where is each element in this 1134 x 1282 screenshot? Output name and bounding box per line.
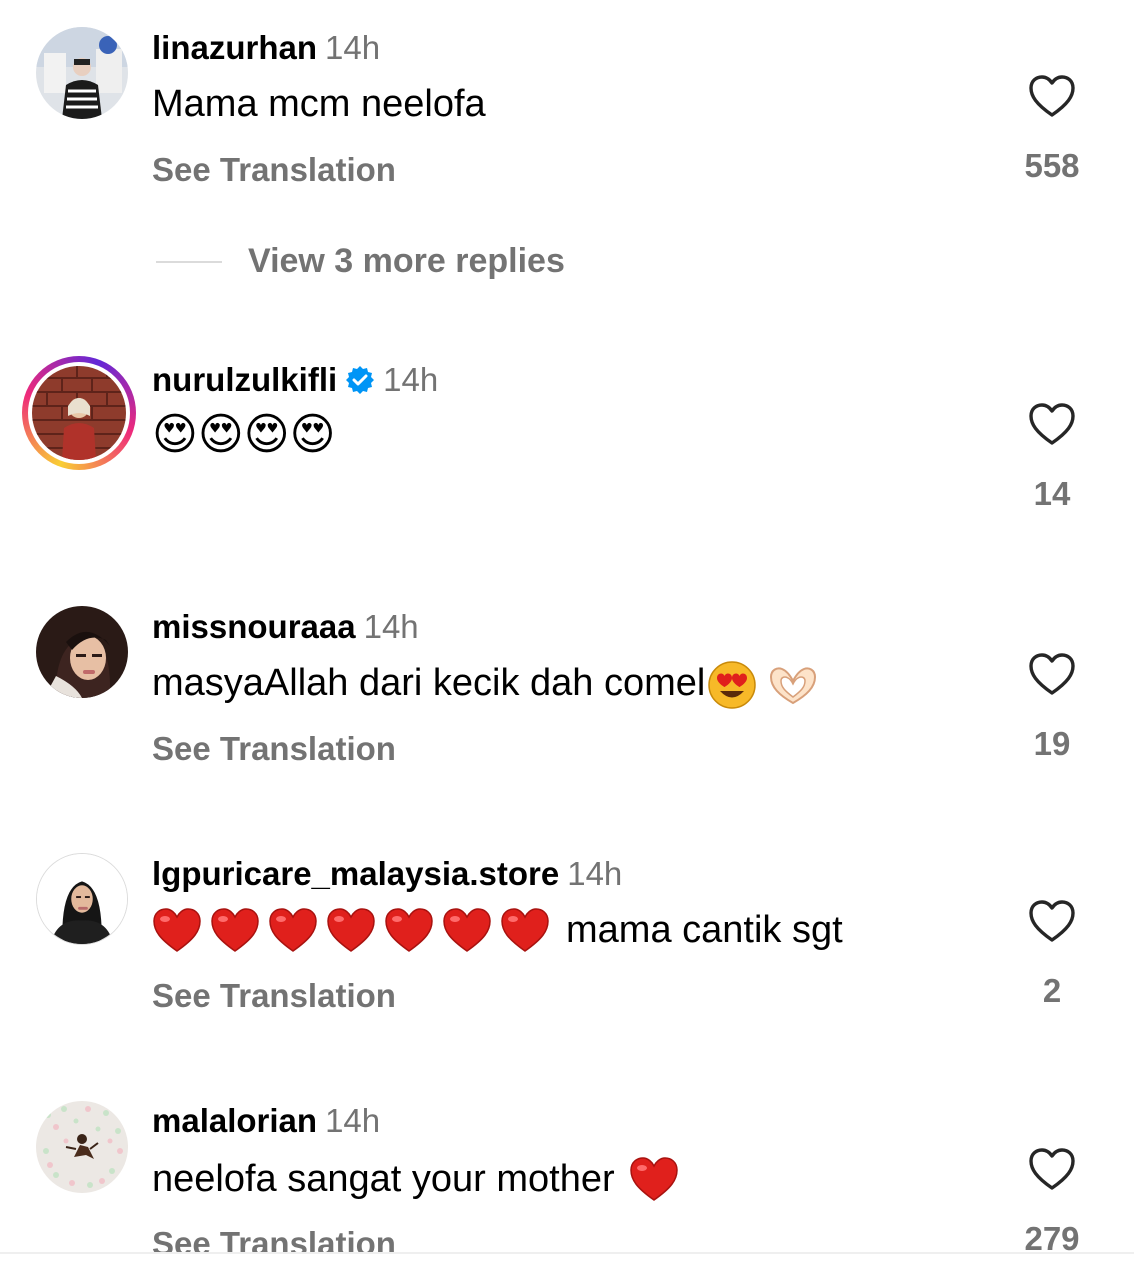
username[interactable]: nurulzulkifli [152,361,337,398]
timestamp: 14h [325,1102,381,1139]
comment-header: missnouraaa 14h [152,607,419,647]
like-button[interactable] [1020,402,1084,446]
red-heart-emoji-icon [443,908,491,952]
heart-outline-icon [1029,403,1075,445]
like-button[interactable] [1020,652,1084,696]
comment-text-body: mama cantik sgt [566,908,843,951]
timestamp: 14h [325,29,381,66]
timestamp: 14h [363,608,419,645]
red-heart-emoji-icon [269,908,317,952]
heart-outline-icon [1029,75,1075,117]
red-heart-emoji-icon [629,1157,678,1201]
like-button[interactable] [1020,74,1084,118]
verified-badge-icon [346,366,375,394]
comment-header: linazurhan 14h [152,28,380,68]
comment-text: mama cantik sgt [152,905,843,953]
comment-header: lgpuricare_malaysia.store 14h [152,854,622,894]
red-heart-emoji-icon [211,908,259,952]
see-translation-link[interactable]: See Translation [152,150,396,190]
avatar[interactable] [36,1101,128,1193]
avatar [32,366,126,460]
like-count: 2 [1042,972,1062,1009]
timestamp: 14h [383,361,439,398]
comment-text: neelofa sangat your mother [152,1154,679,1202]
heart-outline-icon [1029,653,1075,695]
like-count: 19 [1033,725,1071,762]
see-translation-link[interactable]: See Translation [152,976,396,1016]
comment-text-body: neelofa sangat your mother [152,1157,615,1200]
username[interactable]: malalorian [152,1102,317,1139]
comment-header: malalorian 14h [152,1101,380,1141]
comment-text-body: masyaAllah dari kecik dah comel [152,662,706,705]
like-count: 558 [1024,147,1080,184]
username[interactable]: missnouraaa [152,608,356,645]
username[interactable]: linazurhan [152,29,317,66]
heart-outline-icon [1029,1148,1075,1190]
avatar[interactable] [36,27,128,119]
heart-outline-icon [1029,900,1075,942]
red-heart-emoji-icon [501,908,549,952]
replies-divider [156,261,222,263]
red-heart-emoji-icon [327,908,375,952]
avatar[interactable] [36,606,128,698]
avatar[interactable] [36,853,128,945]
comment-text: 😍😍😍😍 [152,410,336,459]
heart-eyes-emoji-icon [708,661,757,709]
comment-text: Mama mcm neelofa [152,83,486,125]
story-ring-avatar[interactable] [22,356,136,470]
bottom-divider [0,1252,1134,1282]
red-heart-emoji-icon [385,908,433,952]
like-button[interactable] [1020,899,1084,943]
timestamp: 14h [567,855,623,892]
username[interactable]: lgpuricare_malaysia.store [152,855,559,892]
view-more-replies-button[interactable]: View 3 more replies [248,241,565,281]
see-translation-link[interactable]: See Translation [152,729,396,769]
comment-header: nurulzulkifli 14h [152,360,438,400]
like-button[interactable] [1020,1147,1084,1191]
heart-hands-emoji-icon [770,667,817,705]
red-heart-emoji-icon [153,908,201,952]
comment-text: masyaAllah dari kecik dah comel [152,660,819,710]
like-count: 14 [1033,475,1071,512]
